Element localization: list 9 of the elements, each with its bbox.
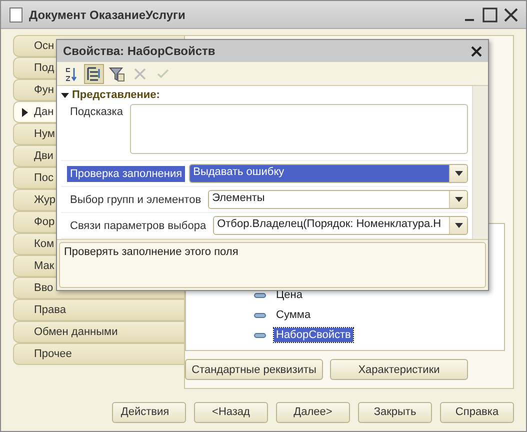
property-label: Проверка заполнения	[67, 166, 186, 182]
combo-value: Выдавать ошибку	[190, 165, 449, 182]
property-label: Подсказка	[69, 105, 124, 120]
property-description: Проверять заполнение этого поля	[59, 242, 486, 288]
palette-title: Свойства: НаборСвойств	[63, 44, 216, 58]
property-label: Связи параметров выбора	[69, 218, 208, 234]
window-title: Документ ОказаниеУслуги	[29, 8, 186, 22]
section-title: Представление:	[72, 89, 160, 101]
property-label: Выбор групп и элементов	[69, 192, 202, 208]
